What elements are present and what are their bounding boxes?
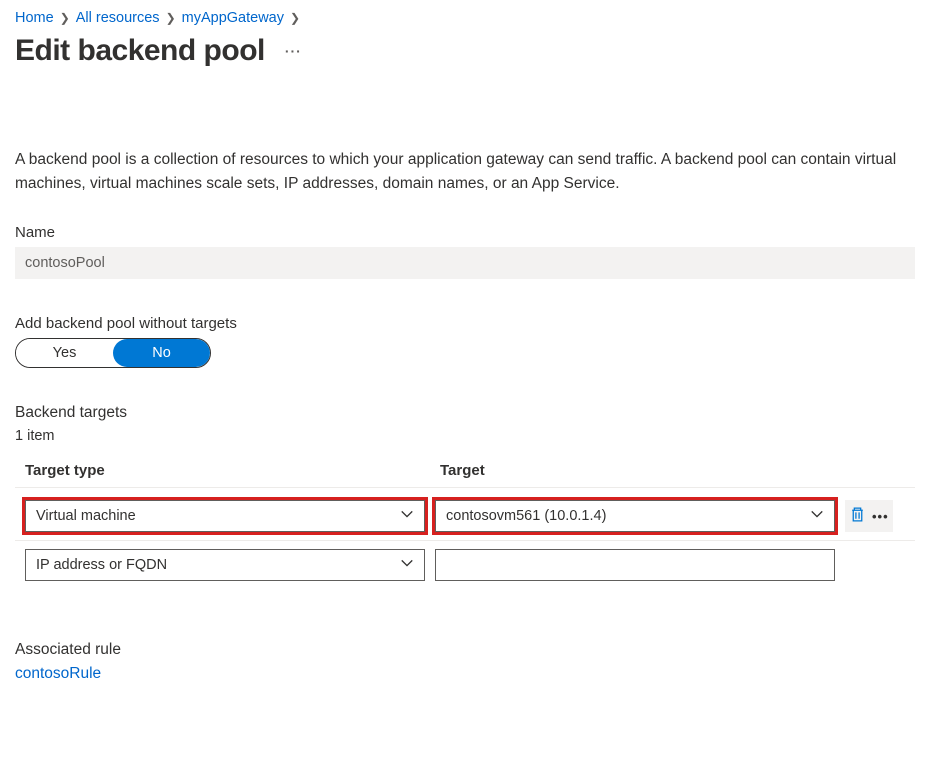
dropdown-value: IP address or FQDN	[36, 557, 167, 573]
associated-rule-label: Associated rule	[15, 641, 922, 659]
without-targets-toggle[interactable]: Yes No	[15, 338, 211, 368]
associated-rule-link[interactable]: contosoRule	[15, 665, 101, 682]
chevron-right-icon: ❯	[166, 11, 176, 25]
dropdown-value: contosovm561 (10.0.1.4)	[446, 508, 606, 524]
target-type-dropdown[interactable]: IP address or FQDN	[25, 549, 425, 581]
breadcrumb-home[interactable]: Home	[15, 10, 54, 26]
toggle-yes[interactable]: Yes	[16, 339, 113, 367]
target-input[interactable]	[435, 549, 835, 581]
chevron-down-icon	[810, 507, 824, 525]
name-input[interactable]	[15, 247, 915, 279]
dropdown-value: Virtual machine	[36, 508, 136, 524]
breadcrumb: Home ❯ All resources ❯ myAppGateway ❯	[15, 10, 922, 26]
chevron-right-icon: ❯	[60, 11, 70, 25]
target-type-dropdown[interactable]: Virtual machine	[25, 500, 425, 532]
column-target-type: Target type	[25, 462, 440, 479]
target-dropdown[interactable]: contosovm561 (10.0.1.4)	[435, 500, 835, 532]
delete-icon[interactable]	[849, 506, 866, 526]
more-actions-button[interactable]: ···	[285, 43, 302, 59]
name-label: Name	[15, 224, 922, 241]
chevron-down-icon	[400, 556, 414, 574]
targets-table-header: Target type Target	[15, 462, 915, 488]
table-row: Virtual machine contosovm561 (10.0.1.4) …	[15, 500, 915, 541]
page-description: A backend pool is a collection of resour…	[15, 148, 920, 196]
column-target: Target	[440, 462, 915, 479]
breadcrumb-all-resources[interactable]: All resources	[76, 10, 160, 26]
chevron-right-icon: ❯	[290, 11, 300, 25]
without-targets-label: Add backend pool without targets	[15, 315, 922, 332]
chevron-down-icon	[400, 507, 414, 525]
breadcrumb-myappgateway[interactable]: myAppGateway	[182, 10, 284, 26]
backend-targets-count: 1 item	[15, 428, 922, 444]
backend-targets-header: Backend targets	[15, 404, 922, 422]
page-title: Edit backend pool	[15, 34, 265, 68]
row-actions: •••	[845, 500, 893, 532]
toggle-no[interactable]: No	[113, 339, 210, 367]
table-row: IP address or FQDN	[15, 549, 915, 589]
row-more-icon[interactable]: •••	[872, 509, 889, 524]
